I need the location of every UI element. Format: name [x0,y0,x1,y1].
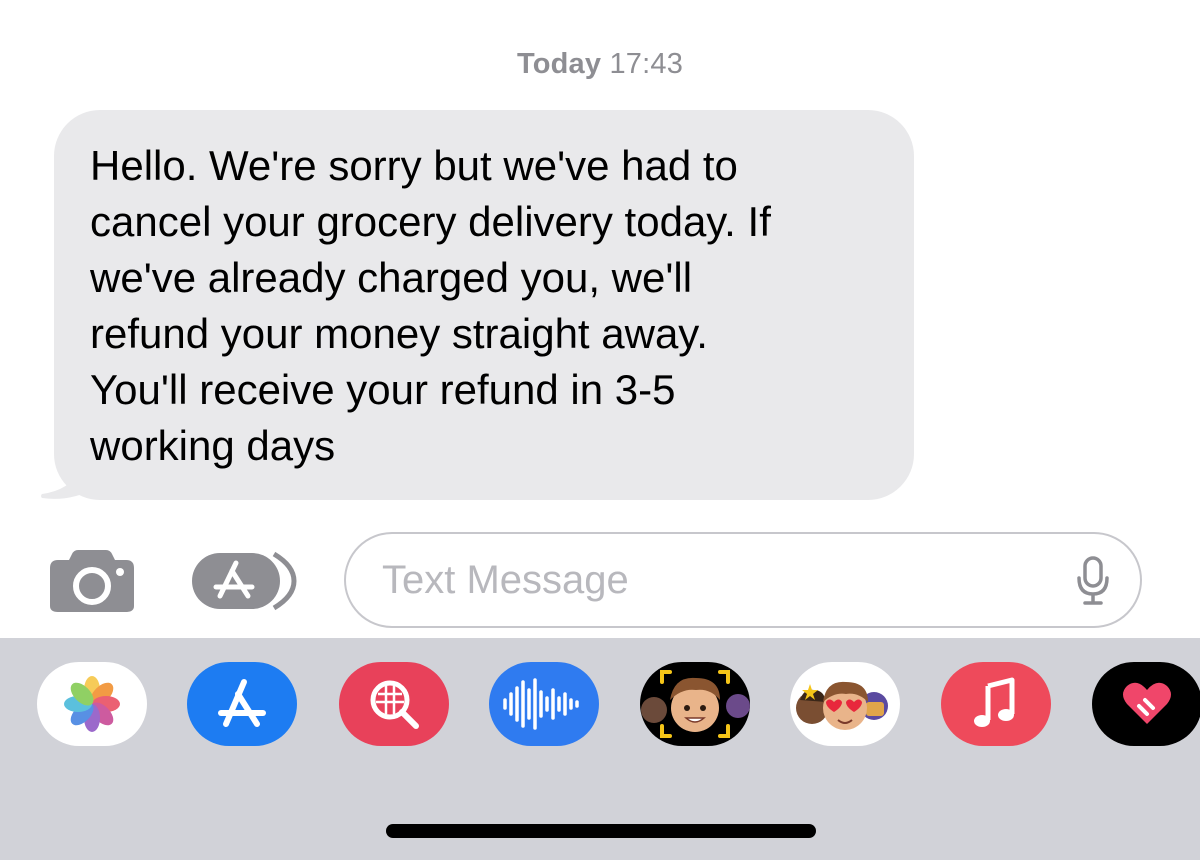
photos-app-button[interactable] [37,662,147,746]
app-store-icon [192,551,297,611]
image-search-icon [370,680,419,729]
memoji-icon [641,670,750,738]
digital-touch-app-button[interactable] [1092,662,1200,746]
photos-icon [64,676,120,732]
music-icon [974,677,1015,727]
audio-message-app-button[interactable] [489,662,599,746]
message-timestamp: Today 17:43 [0,48,1200,81]
camera-icon [50,550,134,612]
app-store-icon [218,679,266,727]
composer-bar [0,530,1200,630]
app-tray [0,662,1200,746]
timestamp-day: Today [516,48,602,80]
incoming-message[interactable]: Hello. We're sorry but we've had to canc… [40,110,914,500]
timestamp-time: 17:43 [609,48,684,80]
app-store-app-button[interactable] [187,662,297,746]
camera-button[interactable] [48,546,136,614]
audio-message-icon [503,678,579,730]
apps-button[interactable] [190,550,300,612]
text-message-field[interactable] [344,532,1142,628]
memoji-stickers-icon [796,681,888,730]
digital-touch-icon [1123,682,1171,724]
app-drawer [0,638,1200,860]
home-indicator[interactable] [386,824,816,838]
memoji-app-button[interactable] [640,662,750,746]
microphone-icon[interactable] [1076,556,1110,606]
image-search-app-button[interactable] [339,662,449,746]
text-message-input[interactable] [382,550,1022,610]
memoji-stickers-app-button[interactable] [790,662,900,746]
music-app-button[interactable] [941,662,1051,746]
message-bubble: Hello. We're sorry but we've had to canc… [54,110,914,500]
